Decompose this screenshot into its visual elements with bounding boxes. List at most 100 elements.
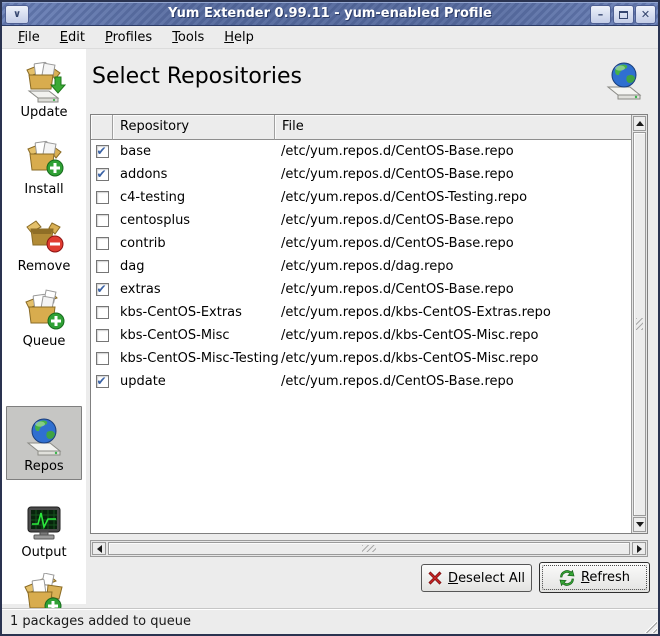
- sidebar-item-output[interactable]: Output: [4, 500, 84, 560]
- resize-grip[interactable]: [640, 616, 657, 633]
- repo-table-body: base /etc/yum.repos.d/CentOS-Base.repo a…: [91, 140, 631, 533]
- titlebar[interactable]: ∨ Yum Extender 0.99.11 - yum-enabled Pro…: [2, 2, 658, 26]
- table-row[interactable]: base /etc/yum.repos.d/CentOS-Base.repo: [91, 140, 631, 163]
- scroll-up-button[interactable]: [633, 116, 646, 131]
- sidebar-item-remove[interactable]: Remove: [4, 214, 84, 274]
- minimize-button[interactable]: –: [590, 5, 611, 24]
- sidebar-item-queue[interactable]: Queue: [4, 289, 84, 349]
- table-row[interactable]: c4-testing /etc/yum.repos.d/CentOS-Testi…: [91, 186, 631, 209]
- repo-name: contrib: [113, 236, 275, 251]
- repo-file: /etc/yum.repos.d/dag.repo: [275, 259, 631, 274]
- repo-checkbox[interactable]: [96, 145, 109, 158]
- menu-edit[interactable]: Edit: [50, 27, 95, 48]
- repo-checkbox[interactable]: [96, 375, 109, 388]
- table-row[interactable]: centosplus /etc/yum.repos.d/CentOS-Base.…: [91, 209, 631, 232]
- repo-checkbox[interactable]: [96, 191, 109, 204]
- scroll-left-button[interactable]: [92, 542, 106, 555]
- deselect-all-label: Deselect All: [448, 571, 525, 586]
- table-row[interactable]: extras /etc/yum.repos.d/CentOS-Base.repo: [91, 278, 631, 301]
- repo-file: /etc/yum.repos.d/CentOS-Base.repo: [275, 236, 631, 251]
- repo-name: dag: [113, 259, 275, 274]
- menu-help[interactable]: Help: [214, 27, 264, 48]
- repo-checkbox[interactable]: [96, 214, 109, 227]
- repo-name: addons: [113, 167, 275, 182]
- repo-name: update: [113, 374, 275, 389]
- arrow-up-icon: [636, 121, 644, 126]
- menu-tools[interactable]: Tools: [162, 27, 214, 48]
- deselect-all-button[interactable]: Deselect All: [421, 564, 532, 592]
- table-header: Repository File: [91, 115, 631, 140]
- repo-name: kbs-CentOS-Misc: [113, 328, 275, 343]
- queue-icon: [22, 289, 66, 333]
- repo-file: /etc/yum.repos.d/CentOS-Testing.repo: [275, 190, 631, 205]
- repo-name: extras: [113, 282, 275, 297]
- arrow-down-icon: [636, 522, 644, 527]
- repo-file: /etc/yum.repos.d/kbs-CentOS-Misc.repo: [275, 328, 631, 343]
- arrow-left-icon: [97, 545, 102, 553]
- window-menu-button[interactable]: ∨: [5, 5, 29, 24]
- maximize-icon: [619, 11, 628, 19]
- sidebar-label-queue: Queue: [4, 334, 84, 349]
- horizontal-scrollbar-thumb[interactable]: [108, 542, 630, 555]
- window-title: Yum Extender 0.99.11 - yum-enabled Profi…: [2, 3, 658, 25]
- refresh-icon: [559, 570, 575, 586]
- scrollbar-grip-icon: [636, 318, 643, 330]
- refresh-label: Refresh: [581, 570, 630, 585]
- menu-profiles[interactable]: Profiles: [95, 27, 162, 48]
- repo-file: /etc/yum.repos.d/kbs-CentOS-Extras.repo: [275, 305, 631, 320]
- table-row[interactable]: kbs-CentOS-Extras /etc/yum.repos.d/kbs-C…: [91, 301, 631, 324]
- repo-file: /etc/yum.repos.d/CentOS-Base.repo: [275, 282, 631, 297]
- table-row[interactable]: addons /etc/yum.repos.d/CentOS-Base.repo: [91, 163, 631, 186]
- menubar: File Edit Profiles Tools Help: [2, 27, 658, 49]
- sidebar-label-update: Update: [4, 105, 84, 120]
- repo-name: kbs-CentOS-Misc-Testing: [113, 351, 275, 366]
- sidebar: Update Install Remove: [2, 49, 86, 604]
- statusbar: 1 packages added to queue: [2, 608, 658, 634]
- sidebar-label-output: Output: [4, 545, 84, 560]
- repo-checkbox[interactable]: [96, 260, 109, 273]
- repository-globe-icon: [602, 58, 646, 102]
- column-header-file[interactable]: File: [275, 115, 631, 140]
- repo-checkbox[interactable]: [96, 352, 109, 365]
- sidebar-item-update[interactable]: Update: [4, 60, 84, 120]
- column-header-checkbox[interactable]: [91, 115, 113, 140]
- maximize-button[interactable]: [613, 5, 634, 24]
- scroll-right-button[interactable]: [632, 542, 646, 555]
- scroll-down-button[interactable]: [633, 517, 646, 532]
- arrow-right-icon: [637, 545, 642, 553]
- repo-checkbox[interactable]: [96, 306, 109, 319]
- scrollbar-grip-icon: [362, 545, 376, 552]
- sidebar-item-install[interactable]: Install: [4, 137, 84, 197]
- yum-extender-window: ∨ Yum Extender 0.99.11 - yum-enabled Pro…: [0, 0, 660, 636]
- horizontal-scrollbar[interactable]: [90, 540, 648, 557]
- repo-file: /etc/yum.repos.d/CentOS-Base.repo: [275, 213, 631, 228]
- page-title: Select Repositories: [92, 64, 302, 89]
- repo-file: /etc/yum.repos.d/CentOS-Base.repo: [275, 144, 631, 159]
- close-button[interactable]: ✕: [635, 5, 656, 24]
- column-header-repository[interactable]: Repository: [113, 115, 275, 140]
- repos-icon: [22, 414, 66, 458]
- repo-name: centosplus: [113, 213, 275, 228]
- table-row[interactable]: kbs-CentOS-Misc /etc/yum.repos.d/kbs-Cen…: [91, 324, 631, 347]
- table-row[interactable]: update /etc/yum.repos.d/CentOS-Base.repo: [91, 370, 631, 393]
- repo-name: c4-testing: [113, 190, 275, 205]
- sidebar-item-repos[interactable]: Repos: [6, 406, 82, 480]
- repo-name: base: [113, 144, 275, 159]
- vertical-scrollbar-thumb[interactable]: [633, 132, 646, 516]
- repo-checkbox[interactable]: [96, 168, 109, 181]
- update-icon: [22, 60, 66, 104]
- sidebar-label-repos: Repos: [7, 459, 81, 474]
- repo-file: /etc/yum.repos.d/CentOS-Base.repo: [275, 374, 631, 389]
- sidebar-label-remove: Remove: [4, 259, 84, 274]
- menu-file[interactable]: File: [8, 27, 50, 48]
- table-row[interactable]: dag /etc/yum.repos.d/dag.repo: [91, 255, 631, 278]
- red-x-icon: [428, 571, 442, 585]
- repo-checkbox[interactable]: [96, 283, 109, 296]
- repo-checkbox[interactable]: [96, 237, 109, 250]
- refresh-button[interactable]: Refresh: [539, 562, 650, 593]
- table-row[interactable]: contrib /etc/yum.repos.d/CentOS-Base.rep…: [91, 232, 631, 255]
- repo-checkbox[interactable]: [96, 329, 109, 342]
- remove-icon: [22, 214, 66, 258]
- vertical-scrollbar[interactable]: [631, 115, 647, 533]
- table-row[interactable]: kbs-CentOS-Misc-Testing /etc/yum.repos.d…: [91, 347, 631, 370]
